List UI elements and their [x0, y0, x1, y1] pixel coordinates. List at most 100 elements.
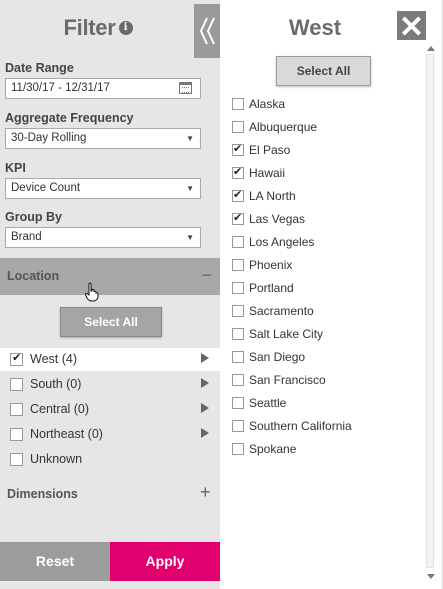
city-checkbox[interactable]	[232, 282, 244, 294]
city-checkbox[interactable]	[232, 142, 244, 156]
city-row[interactable]: Albuquerque	[232, 120, 412, 138]
location-label: Location	[7, 269, 60, 283]
scrollbar[interactable]	[425, 44, 437, 584]
city-row[interactable]: Alaska	[232, 97, 412, 115]
city-checkbox[interactable]	[232, 165, 244, 179]
city-label: Los Angeles	[249, 235, 315, 249]
collapse-panel-button[interactable]	[194, 4, 220, 58]
group-by-select[interactable]: Brand ▼	[5, 227, 201, 248]
scrollbar-thumb[interactable]	[426, 54, 434, 568]
city-row[interactable]: Las Vegas	[232, 211, 412, 230]
city-checkbox[interactable]	[232, 259, 244, 271]
group-by-value: Brand	[11, 231, 42, 243]
city-row[interactable]: San Francisco	[232, 373, 412, 391]
west-panel-title: West	[288, 15, 342, 40]
dropdown-arrow-icon: ▼	[186, 134, 194, 143]
city-label: Southern California	[249, 419, 352, 433]
city-row[interactable]: San Diego	[232, 350, 412, 368]
info-icon[interactable]: i	[118, 21, 133, 36]
city-row[interactable]: Hawaii	[232, 165, 412, 184]
region-row[interactable]: Northeast (0)	[0, 423, 220, 446]
city-checkbox[interactable]	[232, 236, 244, 248]
city-checkbox[interactable]	[232, 305, 244, 317]
city-checkbox[interactable]	[232, 328, 244, 340]
city-checkbox[interactable]	[232, 443, 244, 455]
region-row[interactable]: West (4)	[0, 348, 220, 371]
city-row[interactable]: LA North	[232, 188, 412, 207]
region-row[interactable]: Central (0)	[0, 398, 220, 421]
city-checkbox[interactable]	[232, 397, 244, 409]
kpi-value: Device Count	[11, 182, 81, 194]
expand-arrow-icon[interactable]	[201, 403, 209, 413]
dropdown-arrow-icon: ▼	[186, 233, 194, 242]
collapse-section-icon[interactable]: −	[201, 266, 212, 284]
expand-arrow-icon[interactable]	[201, 378, 209, 388]
location-section-header[interactable]: Location −	[0, 258, 220, 295]
city-label: Salt Lake City	[249, 327, 324, 341]
region-checkbox[interactable]	[10, 428, 23, 441]
date-range-label: Date Range	[5, 61, 74, 75]
region-checkbox[interactable]	[10, 453, 23, 466]
region-row[interactable]: Unknown	[0, 448, 220, 471]
region-checkbox[interactable]	[10, 378, 23, 391]
close-icon[interactable]	[397, 11, 426, 40]
city-label: Portland	[249, 281, 294, 295]
expand-arrow-icon[interactable]	[201, 428, 209, 438]
hand-cursor-icon	[84, 282, 99, 302]
filter-title-text: Filter	[63, 15, 116, 41]
location-select-all-button[interactable]: Select All	[60, 307, 162, 337]
city-label: Seattle	[249, 396, 287, 410]
city-row[interactable]: Sacramento	[232, 304, 412, 322]
filter-title: Filter i	[0, 14, 196, 41]
region-label: South (0)	[30, 377, 82, 391]
city-label: El Paso	[249, 143, 291, 157]
city-row[interactable]: Salt Lake City	[232, 327, 412, 345]
city-label: Las Vegas	[249, 212, 306, 226]
apply-button[interactable]: Apply	[110, 542, 220, 581]
city-label: Albuquerque	[249, 120, 318, 134]
region-label: Northeast (0)	[30, 427, 103, 441]
city-row[interactable]: Spokane	[232, 442, 412, 460]
kpi-select[interactable]: Device Count ▼	[5, 178, 201, 199]
city-checkbox[interactable]	[232, 98, 244, 110]
kpi-label: KPI	[5, 161, 26, 175]
city-checkbox[interactable]	[232, 420, 244, 432]
region-checkbox[interactable]	[10, 403, 23, 416]
city-label: Sacramento	[249, 304, 314, 318]
dropdown-arrow-icon: ▼	[186, 184, 194, 193]
city-row[interactable]: Seattle	[232, 396, 412, 414]
dimensions-label[interactable]: Dimensions	[7, 487, 78, 501]
region-label: Unknown	[30, 452, 83, 466]
city-label: Spokane	[249, 442, 297, 456]
date-range-value: 11/30/17 - 12/31/17	[11, 82, 110, 94]
region-row[interactable]: South (0)	[0, 373, 220, 396]
calendar-icon[interactable]	[179, 82, 192, 94]
west-region-panel: West Select All Alaska Albuquerque El Paso…	[220, 0, 443, 589]
region-checkbox[interactable]	[10, 351, 23, 366]
expand-arrow-icon[interactable]	[201, 353, 209, 363]
date-range-input[interactable]: 11/30/17 - 12/31/17	[5, 78, 201, 99]
city-row[interactable]: Phoenix	[232, 258, 412, 276]
city-checkbox[interactable]	[232, 374, 244, 386]
city-label: LA North	[249, 189, 296, 203]
city-label: San Diego	[249, 350, 306, 364]
add-dimension-icon[interactable]: +	[200, 483, 211, 501]
aggregate-frequency-select[interactable]: 30-Day Rolling ▼	[5, 128, 201, 149]
group-by-label: Group By	[5, 210, 62, 224]
city-checkbox[interactable]	[232, 188, 244, 202]
scroll-down-arrow-icon[interactable]	[427, 574, 435, 579]
city-row[interactable]: El Paso	[232, 142, 412, 161]
city-row[interactable]: Los Angeles	[232, 235, 412, 253]
city-checkbox[interactable]	[232, 211, 244, 225]
region-label: West (4)	[30, 352, 77, 366]
city-row[interactable]: Southern California	[232, 419, 412, 437]
aggregate-frequency-value: 30-Day Rolling	[11, 132, 87, 144]
city-checkbox[interactable]	[232, 351, 244, 363]
double-chevron-left-icon	[199, 17, 215, 45]
region-label: Central (0)	[30, 402, 90, 416]
cities-select-all-button[interactable]: Select All	[276, 56, 371, 86]
scroll-up-arrow-icon[interactable]	[427, 46, 435, 51]
reset-button[interactable]: Reset	[0, 542, 110, 581]
city-checkbox[interactable]	[232, 121, 244, 133]
city-row[interactable]: Portland	[232, 281, 412, 299]
